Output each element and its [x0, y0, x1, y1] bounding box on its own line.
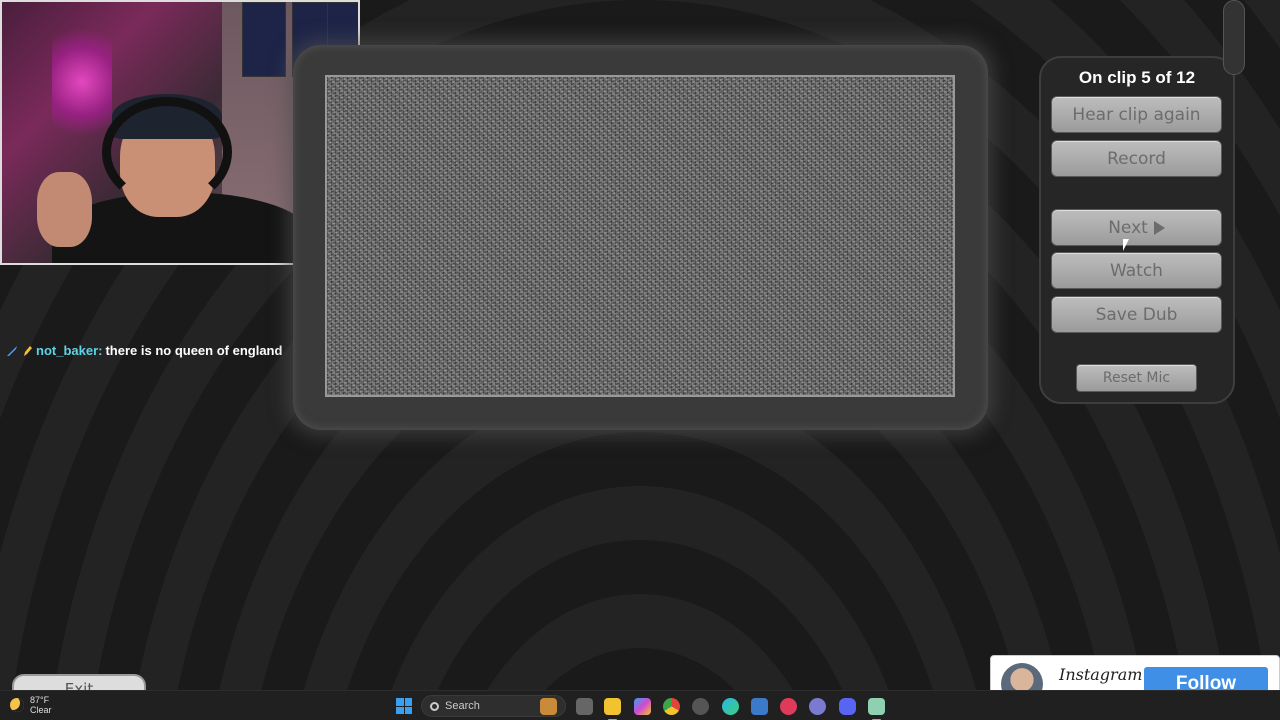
reset-mic-button[interactable]: Reset Mic — [1076, 364, 1197, 392]
windows-start-icon[interactable] — [396, 698, 412, 714]
chat-message: not_baker: there is no queen of england — [6, 343, 282, 358]
instagram-logo-text: Instagram — [1059, 665, 1143, 684]
headphones — [102, 97, 232, 207]
hear-clip-again-label: Hear clip again — [1072, 104, 1201, 125]
weather-condition: Clear — [30, 705, 52, 715]
poster — [242, 2, 286, 77]
watch-button[interactable]: Watch — [1051, 252, 1222, 289]
play-icon — [1153, 220, 1165, 235]
weather-widget[interactable]: 87°F Clear — [10, 695, 52, 715]
streamer-hand — [37, 172, 92, 247]
search-icon — [430, 701, 439, 711]
taskbar: 87°F Clear Search — [0, 690, 1280, 720]
pencil-badge-icon — [24, 345, 32, 356]
task-view-icon[interactable] — [576, 698, 593, 715]
chrome-icon[interactable] — [663, 698, 680, 715]
search-highlight-icon[interactable] — [540, 698, 557, 715]
mouse-cursor-icon — [1123, 239, 1129, 251]
reset-mic-label: Reset Mic — [1102, 370, 1171, 386]
record-button[interactable]: Record — [1051, 140, 1222, 177]
store-icon[interactable] — [751, 698, 768, 715]
record-label: Record — [1107, 148, 1166, 169]
watch-label: Watch — [1110, 260, 1163, 281]
next-button[interactable]: Next — [1051, 209, 1222, 246]
file-explorer-icon[interactable] — [604, 698, 621, 720]
app-icon[interactable] — [809, 698, 826, 715]
next-label: Next — [1108, 217, 1148, 238]
search-label: Search — [445, 700, 480, 712]
chat-text: there is no queen of england — [105, 343, 283, 358]
save-dub-label: Save Dub — [1095, 304, 1178, 325]
media-player-icon[interactable] — [780, 698, 797, 715]
copilot-icon[interactable] — [634, 698, 651, 715]
moon-icon — [10, 698, 24, 712]
hear-clip-again-button[interactable]: Hear clip again — [1051, 96, 1222, 133]
neon-light — [52, 22, 112, 142]
notepad-icon[interactable] — [868, 698, 885, 720]
edge-icon[interactable] — [722, 698, 739, 715]
weather-temperature: 87°F — [30, 695, 50, 705]
settings-icon[interactable] — [692, 698, 709, 715]
clip-progress-title: On clip 5 of 12 — [1078, 68, 1196, 87]
save-dub-button[interactable]: Save Dub — [1051, 296, 1222, 333]
video-static-screen — [325, 75, 955, 397]
chat-username[interactable]: not_baker: — [36, 343, 102, 358]
scroll-handle[interactable] — [1223, 0, 1245, 75]
sword-badge-icon — [7, 345, 17, 356]
discord-icon[interactable] — [839, 698, 856, 715]
